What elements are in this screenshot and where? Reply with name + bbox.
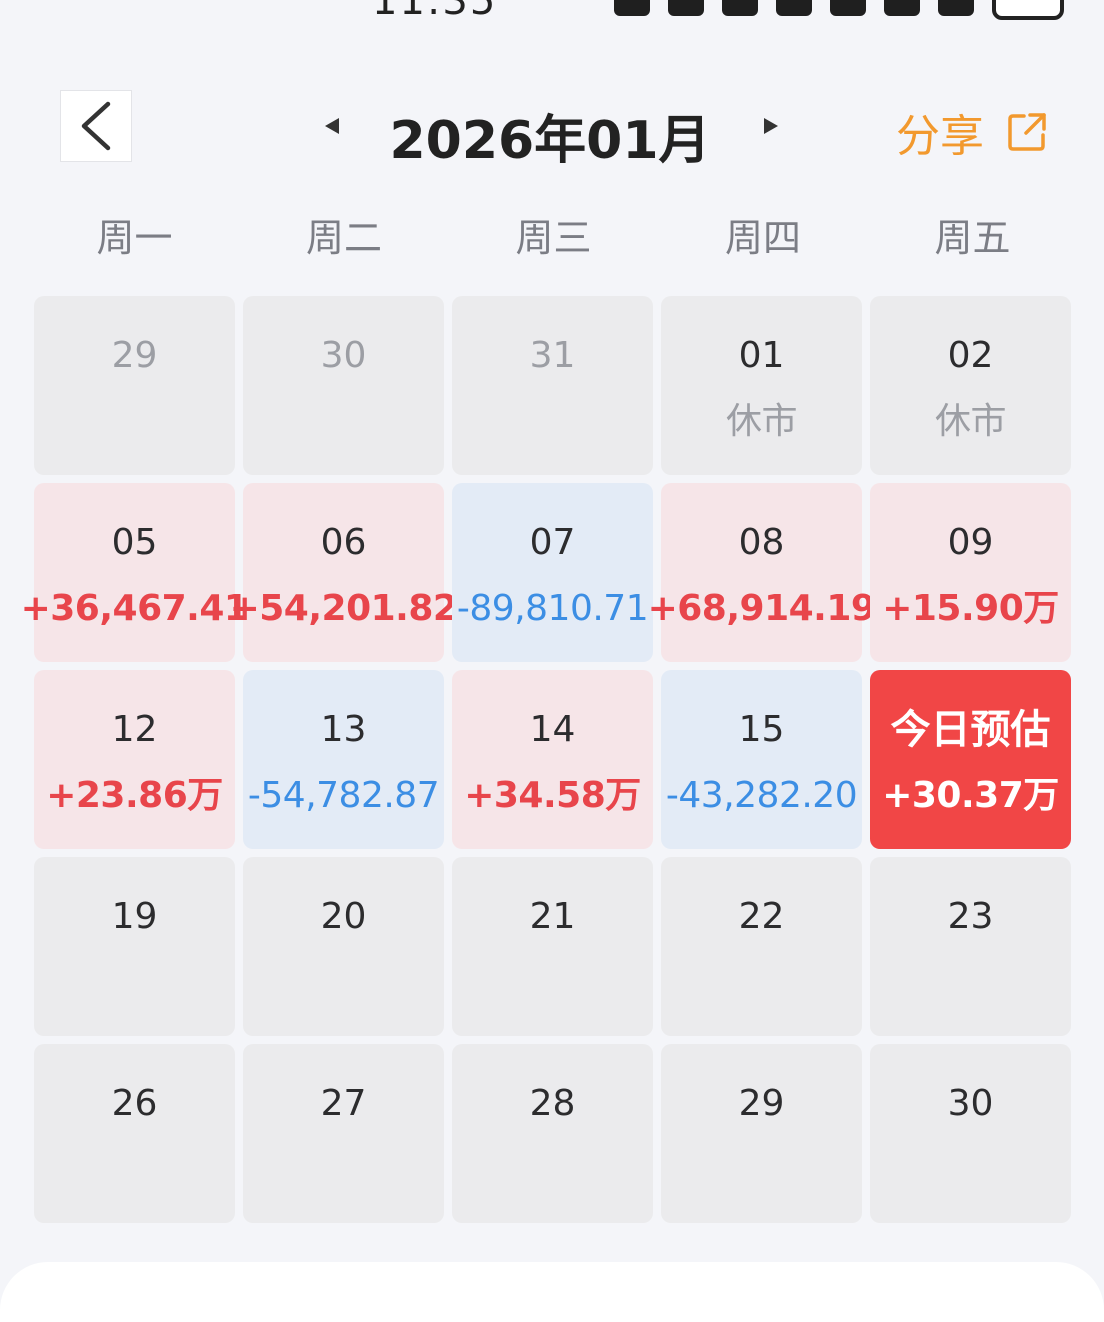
- day-number: 12: [111, 709, 158, 750]
- day-number: 02: [947, 335, 994, 376]
- day-cell[interactable]: 29: [34, 296, 235, 475]
- day-number: 20: [320, 896, 367, 937]
- day-number: 13: [320, 709, 367, 750]
- day-number: 06: [320, 522, 367, 563]
- day-profit-value: +34.58万: [464, 775, 641, 816]
- day-number: 05: [111, 522, 158, 563]
- weekday-label: 周一: [96, 216, 173, 260]
- day-cell[interactable]: 15 -43,282.20: [661, 670, 862, 849]
- status-bar: 11:35: [0, 0, 1104, 20]
- nfc-icon: [668, 0, 704, 16]
- day-cell[interactable]: 28: [452, 1044, 653, 1223]
- day-cell[interactable]: 06 +54,201.82: [230, 483, 458, 662]
- day-profit-value: +15.90万: [882, 588, 1059, 629]
- day-number: 23: [947, 896, 994, 937]
- calendar-grid: 29 30 31 01 休市 02 休市 05 +36,467.41 06 +54,201.82 07…: [21, 296, 1074, 1223]
- day-profit-value: +30.37万: [882, 775, 1059, 816]
- day-number: 08: [738, 522, 785, 563]
- weekday-header: 周一 周二 周三 周四 周五: [34, 210, 1074, 266]
- battery-icon: [992, 0, 1064, 20]
- day-profit-value: -43,282.20: [665, 775, 858, 816]
- day-cell[interactable]: 26: [34, 1044, 235, 1223]
- day-number: 26: [111, 1083, 158, 1124]
- day-profit-value: -54,782.87: [247, 775, 440, 816]
- day-number: 28: [529, 1083, 576, 1124]
- day-cell[interactable]: 13 -54,782.87: [243, 670, 444, 849]
- day-number: 14: [529, 709, 576, 750]
- day-cell[interactable]: 05 +36,467.41: [21, 483, 249, 662]
- day-profit-value: +36,467.41: [20, 588, 249, 629]
- day-cell[interactable]: 27: [243, 1044, 444, 1223]
- day-cell[interactable]: 30: [870, 1044, 1071, 1223]
- day-cell[interactable]: 29: [661, 1044, 862, 1223]
- day-number: 21: [529, 896, 576, 937]
- day-cell[interactable]: 07 -89,810.71: [452, 483, 653, 662]
- bluetooth-icon: [722, 0, 758, 16]
- day-cell[interactable]: 21: [452, 857, 653, 1036]
- chevron-left-icon: [81, 101, 111, 151]
- day-number: 19: [111, 896, 158, 937]
- day-number: 01: [738, 335, 785, 376]
- weekday-label: 周三: [515, 216, 592, 260]
- day-cell[interactable]: 20: [243, 857, 444, 1036]
- day-profit-value: -89,810.71: [456, 588, 649, 629]
- day-profit-value: +23.86万: [46, 775, 223, 816]
- day-number: 30: [947, 1083, 994, 1124]
- bell-mute-icon: [776, 0, 812, 16]
- today-estimate-cell[interactable]: 今日预估 +30.37万: [870, 670, 1071, 849]
- month-title: 2026年01月: [389, 111, 711, 171]
- day-number: 27: [320, 1083, 367, 1124]
- day-cell[interactable]: 14 +34.58万: [452, 670, 653, 849]
- next-month-button[interactable]: [764, 118, 778, 134]
- day-number: 22: [738, 896, 785, 937]
- day-profit-value: +68,914.19: [647, 588, 876, 629]
- day-number: 29: [738, 1083, 785, 1124]
- weekday-label: 周五: [934, 216, 1011, 260]
- day-number: 15: [738, 709, 785, 750]
- day-cell[interactable]: 31: [452, 296, 653, 475]
- day-profit-value: 休市: [934, 401, 1007, 442]
- today-label: 今日预估: [890, 707, 1051, 753]
- day-number: 30: [320, 335, 367, 376]
- status-time: 11:35: [372, 0, 497, 20]
- day-number: 31: [529, 335, 576, 376]
- weekday-label: 周二: [305, 216, 382, 260]
- share-button[interactable]: 分享: [896, 100, 1048, 164]
- day-number: 07: [529, 522, 576, 563]
- wifi-icon: [830, 0, 866, 16]
- day-profit-value: +54,201.82: [229, 588, 458, 629]
- share-icon: [1008, 113, 1046, 151]
- back-button[interactable]: [60, 90, 132, 162]
- day-number: 29: [111, 335, 158, 376]
- day-cell[interactable]: 23: [870, 857, 1071, 1036]
- eye-icon: [614, 0, 650, 16]
- day-cell[interactable]: 22: [661, 857, 862, 1036]
- day-cell[interactable]: 01 休市: [661, 296, 862, 475]
- day-cell[interactable]: 19: [34, 857, 235, 1036]
- status-icons: [614, 0, 1064, 20]
- bottom-sheet: [0, 1262, 1104, 1322]
- share-label: 分享: [896, 111, 984, 162]
- day-cell[interactable]: 12 +23.86万: [34, 670, 235, 849]
- signal-icon: [884, 0, 920, 16]
- day-cell[interactable]: 09 +15.90万: [870, 483, 1071, 662]
- day-cell[interactable]: 30: [243, 296, 444, 475]
- weekday-label: 周四: [724, 216, 801, 260]
- day-number: 09: [947, 522, 994, 563]
- prev-month-button[interactable]: [325, 118, 339, 134]
- signal-icon-2: [938, 0, 974, 16]
- day-cell[interactable]: 02 休市: [870, 296, 1071, 475]
- day-profit-value: 休市: [725, 401, 798, 442]
- calendar-header: 2026年01月 分享: [0, 80, 1104, 180]
- day-cell[interactable]: 08 +68,914.19: [648, 483, 876, 662]
